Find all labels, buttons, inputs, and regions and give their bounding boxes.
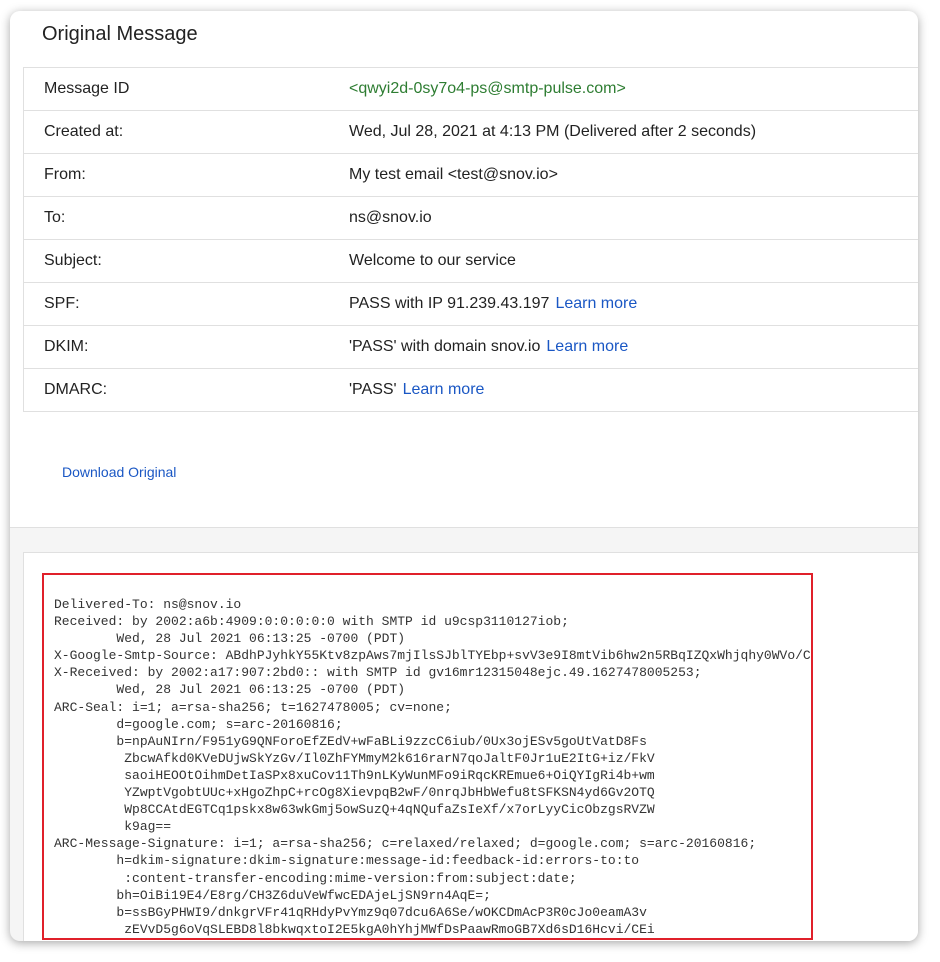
row-label: Created at: [44,123,124,140]
raw-message-text: Delivered-To: ns@snov.io Received: by 20… [54,597,813,937]
message-info-table: Message ID <qwyi2d-0sy7o4-ps@smtp-pulse.… [23,67,918,412]
dkim-value: 'PASS' with domain snov.io Learn more [349,338,918,356]
spf-result: PASS with IP 91.239.43.197 [349,295,550,312]
row-message-id: Message ID <qwyi2d-0sy7o4-ps@smtp-pulse.… [24,68,918,111]
raw-message-panel: Delivered-To: ns@snov.io Received: by 20… [23,552,918,941]
row-spf: SPF: PASS with IP 91.239.43.197 Learn mor… [24,283,918,326]
raw-message-highlight-box: Delivered-To: ns@snov.io Received: by 20… [42,573,813,940]
dkim-result: 'PASS' with domain snov.io [349,338,541,355]
to-value: ns@snov.io [349,209,432,226]
row-label: Message ID [44,80,130,97]
message-details-panel: Original Message Message ID <qwyi2d-0sy7… [10,11,918,528]
row-subject: Subject: Welcome to our service [24,240,918,283]
dmarc-result: 'PASS' [349,381,397,398]
subject-value: Welcome to our service [349,252,516,269]
row-created-at: Created at: Wed, Jul 28, 2021 at 4:13 PM… [24,111,918,154]
row-label: To: [44,209,66,226]
dkim-learn-more-link[interactable]: Learn more [546,338,628,355]
page-title: Original Message [42,23,198,45]
message-window: Original Message Message ID <qwyi2d-0sy7… [10,11,918,941]
message-id-value[interactable]: <qwyi2d-0sy7o4-ps@smtp-pulse.com> [349,80,918,98]
row-label: DKIM: [44,338,89,355]
row-dmarc: DMARC: 'PASS' Learn more [24,369,918,412]
row-label: SPF: [44,295,80,312]
row-label: From: [44,166,86,183]
row-to: To: ns@snov.io [24,197,918,240]
row-label: DMARC: [44,381,108,398]
created-at-value: Wed, Jul 28, 2021 at 4:13 PM (Delivered … [349,123,757,140]
spf-learn-more-link[interactable]: Learn more [555,295,637,312]
download-original-link[interactable]: Download Original [62,464,176,480]
row-from: From: My test email <test@snov.io> [24,154,918,197]
row-label: Subject: [44,252,102,269]
dmarc-value: 'PASS' Learn more [349,381,918,399]
dmarc-learn-more-link[interactable]: Learn more [403,381,485,398]
from-value: My test email <test@snov.io> [349,166,558,183]
row-dkim: DKIM: 'PASS' with domain snov.io Learn mo… [24,326,918,369]
spf-value: PASS with IP 91.239.43.197 Learn more [349,295,918,313]
